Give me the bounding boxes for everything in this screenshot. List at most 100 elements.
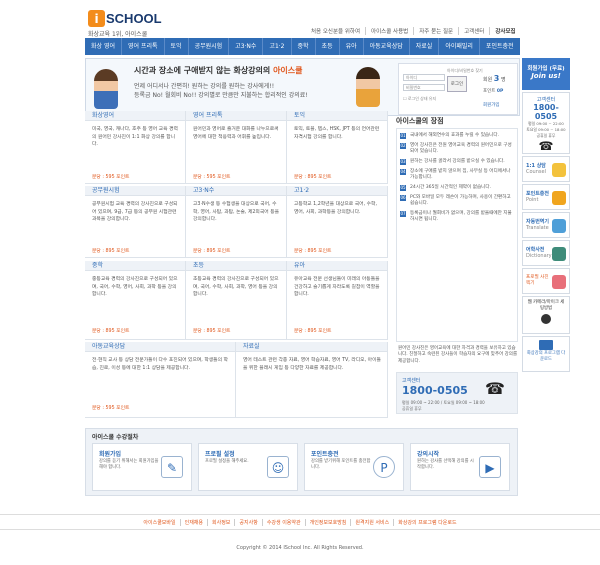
login-id-input[interactable]: 아이디	[403, 74, 445, 81]
course-title: 자료실	[236, 342, 387, 352]
footer-company[interactable]: 회사정보	[207, 518, 234, 526]
topnav-customer-center[interactable]: 고객센터	[458, 27, 489, 35]
auto-login-label: 로그인 상태 유지	[407, 96, 437, 101]
course-desc: 초등교육 경력의 강사진으로 구성되어 있으며, 국어, 수학, 사회, 과학,…	[193, 277, 279, 298]
course-card-freetalk[interactable]: 영어 프리톡 원어민과 영어로 즐거운 대화를 나누으로써 영어에 대한 적응력…	[186, 111, 287, 184]
footer-privacy[interactable]: 개인정보보호방침	[304, 518, 351, 526]
callcenter-number: 1800-0505	[402, 384, 468, 397]
process-step-join[interactable]: 회원가입 강의를 듣기 위해서는 회원가입을 해야 합니다. ✎	[92, 443, 192, 491]
course-desc: 고등학교 1,2학년을 대상으로 국어, 수학, 영어, 사회, 과학등을 강의…	[294, 202, 377, 215]
quick-point[interactable]: 포인트충전 Point	[522, 184, 570, 210]
course-desc: 공무원시험 교육 경력의 강사진으로 구성되어 있으며, 9급, 7급 등의 공…	[92, 202, 178, 223]
logo-text: SCHOOL	[106, 11, 162, 26]
login-pw-input[interactable]: 비밀번호	[403, 84, 445, 91]
quick-join-button[interactable]: 회원가입 (무료) Join us!	[522, 58, 570, 90]
banner-line-2: 언제 어디서나 간편히! 원하는 강의를 원하는 강사에게!!	[134, 83, 275, 90]
course-card-high12[interactable]: 고1·2 고등학교 1,2학년을 대상으로 국어, 수학, 영어, 사회, 과학…	[287, 186, 388, 258]
quick-translate[interactable]: 자동번역기 Translate	[522, 212, 570, 238]
phone-icon: ☎	[538, 139, 554, 153]
nav-counsel[interactable]: 아동교육상담	[364, 38, 410, 55]
course-title: 공무원시험	[85, 186, 185, 196]
callcenter-label: 고객센터	[402, 378, 421, 384]
topnav-how-to-use[interactable]: 아이스쿨 사용법	[365, 27, 413, 35]
course-price: 분당 : 895 포인트	[92, 329, 130, 334]
quick-profile-photo[interactable]: 프로필 사진찍기	[522, 268, 570, 294]
join-link[interactable]: 회원가입	[483, 102, 500, 108]
enrollment-process: 아이스쿨 수강절차 회원가입 강의를 듣기 위해서는 회원가입을 해야 합니다.…	[85, 428, 518, 496]
course-title: 아동교육상담	[85, 342, 235, 352]
nav-elementary[interactable]: 초등	[316, 38, 340, 55]
nav-english-freetalk[interactable]: 영어 프리톡	[122, 38, 165, 55]
course-title: 중학	[85, 261, 185, 271]
course-card-toeic[interactable]: 토익 토익, 토플, 텝스, HSK, JPT 등의 언어관련 자격시험 강의를…	[287, 111, 388, 184]
quick-webcam-setup[interactable]: 웹 카메라/마이크 세팅방법	[522, 296, 570, 334]
step-desc: 원하는 강사를 선택해 강의를 시작합니다.	[417, 459, 474, 470]
member-count: 회원 3 명	[483, 74, 506, 83]
quick-program-download[interactable]: 화상강의 프로그램 다운로드	[522, 336, 570, 372]
merit-item: 07 등록금이나 월회비가 없으며, 강의를 받을때에만 지불하시면 됩니다.	[400, 211, 512, 222]
footer-remote-support[interactable]: 원격지원 서비스	[350, 518, 393, 526]
course-card-video-english[interactable]: 화상영어 미국, 영국, 캐나다, 호주 등 영어 교육 경력의 원어민 강사진…	[85, 111, 186, 184]
course-price: 분당 : 895 포인트	[193, 329, 231, 334]
quick-webcam-label: 웹 카메라/마이크 세팅방법	[527, 300, 565, 311]
footer-terms[interactable]: 수강생 이용약관	[261, 518, 305, 526]
quick-counsel[interactable]: 1:1 상담 Counsel	[522, 156, 570, 182]
course-title: 고1·2	[287, 186, 387, 196]
step-title: 포인트충전	[311, 451, 339, 458]
edit-icon: ✎	[161, 456, 183, 478]
logo-mark: i	[88, 10, 105, 27]
merit-item: 05 24시간 365일 시간적인 제약이 없습니다.	[400, 185, 492, 191]
step-desc: 프로필 설정을 해주세요.	[205, 459, 249, 464]
course-card-counsel[interactable]: 아동교육상담 전·현직 교사 등 상담 전문가들이 다수 포진되어 있으며, 학…	[85, 342, 236, 418]
main-nav: 화상 영어 영어 프리톡 토익 공무원시험 고3·N수 고1·2 중학 초등 유…	[85, 38, 520, 55]
callcenter-box: 고객센터 1800-0505 ☎ 평일 09:00 ~ 22:00 / 토요일 …	[396, 372, 518, 414]
course-desc: 중등교육 경력의 강사진으로 구성되어 있으며, 국어, 수학, 영어, 사회,…	[92, 277, 178, 298]
topnav-teacher-recruit[interactable]: 강사모집	[489, 27, 520, 35]
login-find-hint[interactable]: 아이디/비밀번호 찾기	[447, 68, 483, 74]
quick-callcenter: 고객센터 1800-0505 평일 09:00 ~ 22:00 토요일 09:0…	[522, 92, 570, 154]
course-title: 화상영어	[85, 111, 185, 121]
point-card-icon	[552, 191, 566, 205]
course-card-resources[interactable]: 자료실 영어 테스트 관련 각종 자료, 영어 학습자료, 영어 TV, 라디오…	[236, 342, 388, 418]
step-title: 회원가입	[99, 451, 122, 458]
nav-high3[interactable]: 고3·N수	[229, 38, 264, 55]
nav-toeic[interactable]: 토익	[165, 38, 189, 55]
nav-resources[interactable]: 자료실	[410, 38, 440, 55]
auto-login-checkbox[interactable]: ☐ 로그인 상태 유지	[403, 96, 436, 102]
course-price: 분당 : 895 포인트	[294, 329, 332, 334]
main-banner: 시간과 장소에 구애받지 않는 화상강의의 아이스쿨 언제 어디서나 간편히! …	[85, 58, 520, 116]
course-price: 분당 : 895 포인트	[294, 249, 332, 254]
footer-notice[interactable]: 공지사항	[234, 518, 261, 526]
merit-item: 01 국내에서 해외연수의 효과를 누릴 수 있습니다.	[400, 133, 500, 139]
merit-item: 02 영어 강사진은 전원 영어교육 경력의 원어민으로 구성되어 있습니다.	[400, 143, 512, 154]
nav-video-english[interactable]: 화상 영어	[85, 38, 122, 55]
course-desc: 유아교육 전문 선생님들이 미래의 아동들을 건강하고 슬기롭게 자라도록 길잡…	[294, 277, 380, 298]
nav-middle[interactable]: 중학	[292, 38, 316, 55]
course-card-elementary[interactable]: 초등 초등교육 경력의 강사진으로 구성되어 있으며, 국어, 수학, 사회, …	[186, 261, 287, 340]
course-card-middle[interactable]: 중학 중등교육 경력의 강사진으로 구성되어 있으며, 국어, 수학, 영어, …	[85, 261, 186, 340]
course-title: 영어 프리톡	[186, 111, 286, 121]
course-card-civil-exam[interactable]: 공무원시험 공무원시험 교육 경력의 강사진으로 구성되어 있으며, 9급, 7…	[85, 186, 186, 258]
nav-high12[interactable]: 고1·2	[263, 38, 292, 55]
step-title: 강의시작	[417, 451, 440, 458]
process-step-point[interactable]: 포인트충전 강의를 받기위해 포인트를 충전합니다. P	[304, 443, 404, 491]
nav-ifamily[interactable]: 아이패밀리	[439, 38, 480, 55]
course-desc: 전·현직 교사 등 상담 전문가들이 다수 포진되어 있으며, 학생들의 학습,…	[92, 358, 228, 371]
nav-point-charge[interactable]: 포인트충전	[480, 38, 520, 55]
course-card-kids[interactable]: 유아 유아교육 전문 선생님들이 미래의 아동들을 건강하고 슬기롭게 자라도록…	[287, 261, 388, 340]
topnav-faq[interactable]: 자주 묻는 질문	[413, 27, 458, 35]
footer-program-download[interactable]: 화상강의 프로그램 다운로드	[393, 518, 460, 526]
quick-photo-label: 프로필 사진찍기	[526, 275, 549, 286]
nav-kids[interactable]: 유아	[340, 38, 364, 55]
topnav-first-visit[interactable]: 처음 오신분을 위하여	[306, 27, 365, 35]
course-card-high3[interactable]: 고3·N수 고3·N수생 등 수험생을 대상으로 국어, 수학, 영어, 사탐,…	[186, 186, 287, 258]
site-logo[interactable]: i SCHOOL	[88, 10, 162, 27]
process-step-start[interactable]: 강의시작 원하는 강사를 선택해 강의를 시작합니다. ▶	[410, 443, 510, 491]
login-button[interactable]: 로그인	[447, 76, 467, 92]
footer-mobile[interactable]: 아이스쿨모바일	[139, 519, 179, 526]
banner-brand: 아이스쿨	[273, 66, 303, 75]
process-step-profile[interactable]: 프로필 설정 프로필 설정을 해주세요. ☺	[198, 443, 298, 491]
nav-civil-exam[interactable]: 공무원시험	[189, 38, 230, 55]
footer-recruit[interactable]: 인재채용	[179, 518, 207, 526]
quick-dictionary[interactable]: 어학사전 Dictionary	[522, 240, 570, 266]
